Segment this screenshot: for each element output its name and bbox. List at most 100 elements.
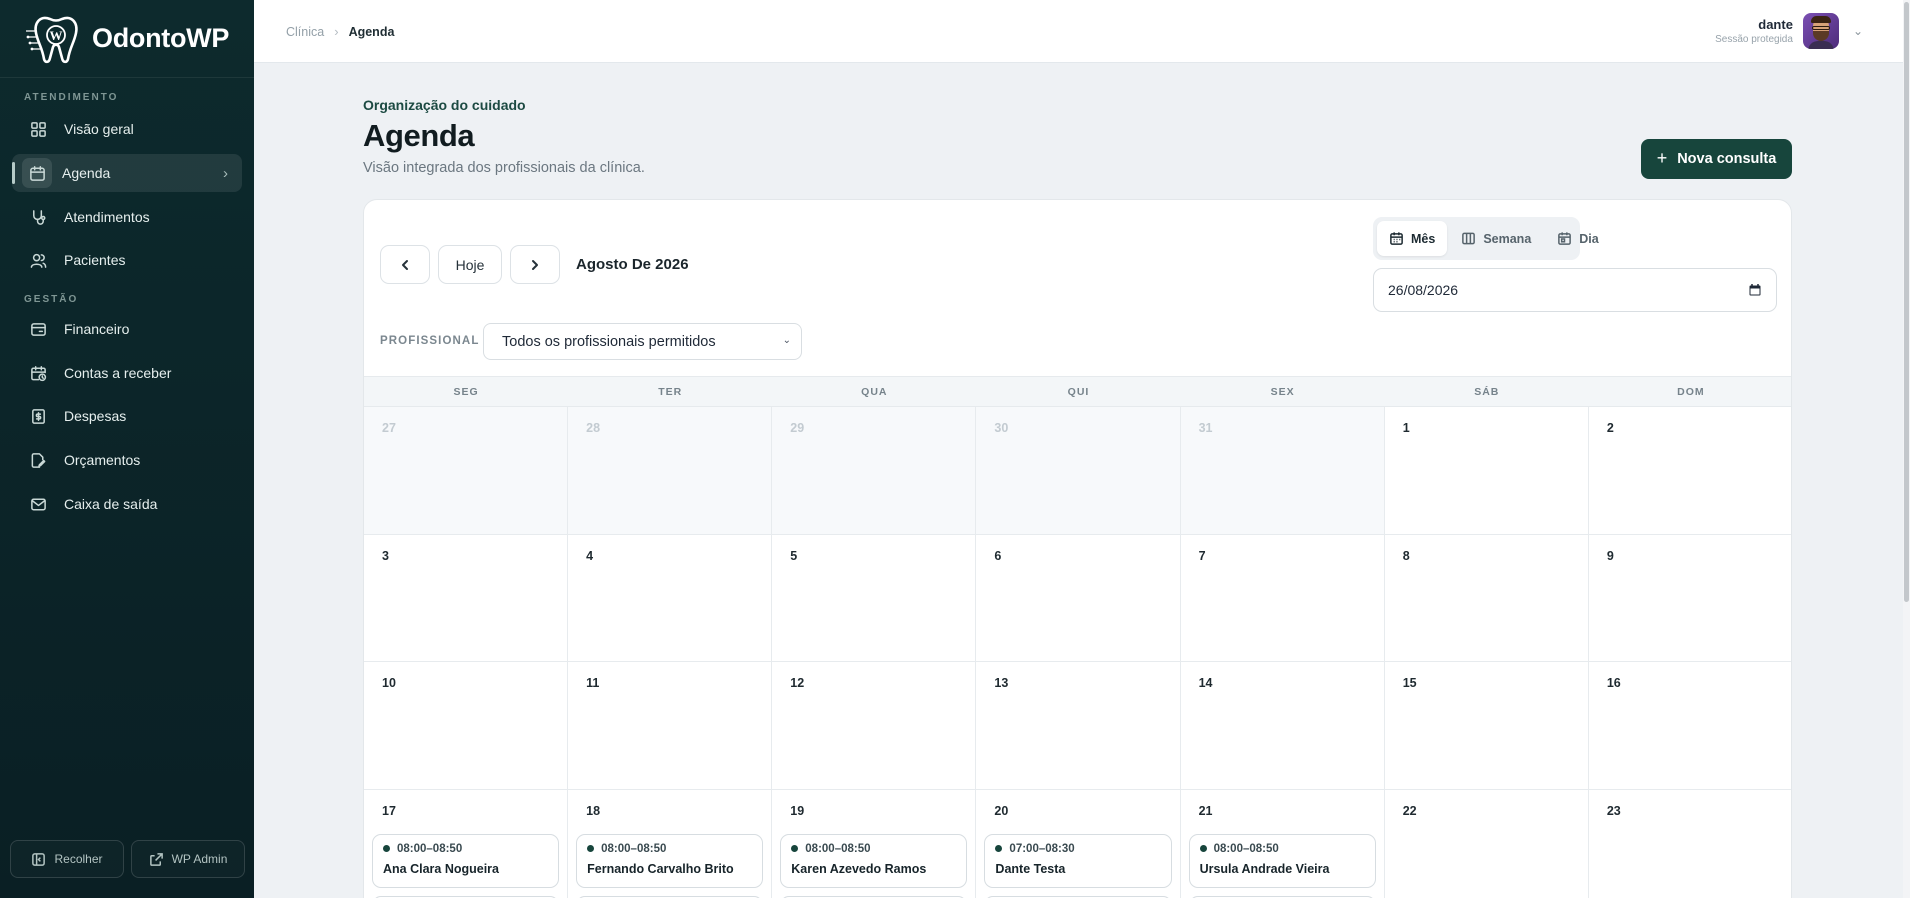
calendar-day-cell[interactable]: 30 [976,407,1181,535]
view-tab-label: Semana [1483,231,1532,246]
date-value: 26/08/2026 [1388,282,1459,298]
calendar-day-cell[interactable]: 4 [568,534,773,662]
day-number: 22 [1402,803,1417,818]
breadcrumb-item-agenda: Agenda [348,24,395,39]
sidebar-item-label: Despesas [64,408,127,424]
weekday-label: SÁB [1474,386,1500,398]
appointment-patient: Dante Testa [995,861,1066,876]
calendar-day-cell[interactable]: 20 07:00–08:30 Dante Testa [976,789,1181,898]
calendar-day-cell[interactable]: 8 [1384,534,1589,662]
avatar[interactable] [1802,13,1839,49]
calendar-day-cell[interactable]: 15 [1384,662,1589,790]
calendar-day-cell[interactable]: 9 [1588,535,1791,662]
day-number: 21 [1198,803,1213,818]
appointment-card[interactable]: 08:00–08:50 Ursula Andrade Vieira [1188,833,1376,888]
calendar-day-cell[interactable]: 12 [772,662,977,790]
calendar-icon[interactable] [1748,283,1762,297]
sidebar-item-despesas[interactable]: Despesas [12,397,242,435]
view-tab-dia[interactable]: Dia [1545,221,1610,256]
new-appointment-button[interactable]: + Nova consulta [1641,139,1792,179]
calendar-day-cell[interactable]: 28 [568,407,773,535]
calendar-day-cell[interactable]: 16 [1588,662,1791,790]
sidebar-item-caixa-de-saida[interactable]: Caixa de saída [12,485,242,523]
calendar-day-cell[interactable]: 19 08:00–08:50 Karen Azevedo Ramos [772,789,977,898]
calendar-day-cell[interactable]: 31 [1180,407,1385,535]
calendar-card: Hoje Agosto De 2026 Mês Semana Dia 26/08… [363,199,1792,898]
sidebar-item-label: Visão geral [64,121,134,137]
day-number: 10 [382,676,396,690]
calendar-icon [1390,232,1403,245]
today-button[interactable]: Hoje [438,245,502,284]
next-month-button[interactable] [510,245,560,284]
calendar-day-cell[interactable]: 23 [1589,790,1791,898]
appointment-card[interactable]: 08:00–08:50 Ana Clara Nogueira [372,833,560,888]
chevron-down-icon[interactable]: ⌄ [1853,24,1863,38]
professional-filter-label: PROFISSIONAL [380,335,480,347]
calendar-day-cell[interactable]: 7 [1180,534,1385,662]
appointment-card[interactable]: 08:00–08:50 Fernando Carvalho Brito [576,833,764,888]
date-picker-input[interactable]: 26/08/2026 [1373,268,1777,312]
professional-select[interactable]: Todos os profissionais permitidos ⌄ [483,323,802,360]
day-number: 20 [994,803,1009,818]
tooth-logo-icon: W [26,16,78,63]
scrollbar-thumb[interactable] [1904,2,1909,602]
day-number: 2 [1606,421,1614,435]
day-number: 17 [382,803,396,818]
calendar-day-cell[interactable]: 2 [1588,407,1791,535]
brand[interactable]: W OdontoWP [0,0,254,78]
appointment-card[interactable]: 07:00–08:30 Dante Testa [984,833,1172,888]
status-dot-icon [383,845,390,852]
professional-selected-value: Todos os profissionais permitidos [502,333,716,350]
status-dot-icon [995,845,1003,852]
weekday-label: SEX [1270,386,1295,398]
collapse-sidebar-button[interactable]: Recolher [10,840,124,878]
calendar-day-cell[interactable]: 6 [976,534,1181,662]
calendar-day-cell[interactable]: 17 08:00–08:50 Ana Clara Nogueira [364,789,569,898]
view-tab-semana[interactable]: Semana [1449,221,1543,256]
day-number: 15 [1402,676,1417,690]
sidebar-item-pacientes[interactable]: Pacientes [12,241,242,279]
view-tab-mes[interactable]: Mês [1377,221,1448,256]
page-scrollbar[interactable] [1903,0,1910,898]
breadcrumb-item-clinica[interactable]: Clínica [286,25,324,39]
appointment-time-row: 08:00–08:50 [1199,843,1365,855]
sidebar-item-financeiro[interactable]: Financeiro [12,310,242,348]
prev-month-button[interactable] [380,245,430,284]
calendar-day-cell[interactable]: 1 [1384,407,1589,535]
appointment-time: 07:00–08:30 [1009,842,1075,855]
calendar-day-cell[interactable]: 10 [364,662,569,790]
weekday-label: SEG [453,386,479,398]
calendar-day-cell[interactable]: 5 [772,534,977,662]
day-number: 4 [586,548,594,563]
sidebar-item-contas-a-receber[interactable]: Contas a receber [12,354,242,392]
chevron-right-icon [532,259,538,270]
calendar-day-cell[interactable]: 3 [364,534,569,662]
section-label-atendimento: ATENDIMENTO [24,92,119,103]
appointment-card[interactable]: 08:00–08:50 Karen Azevedo Ramos [780,833,968,888]
calendar-day-cell[interactable]: 21 08:00–08:50 Ursula Andrade Vieira [1181,789,1385,898]
wp-admin-button[interactable]: WP Admin [131,840,245,878]
sidebar-item-atendimentos[interactable]: Atendimentos [12,198,242,236]
chevron-right-icon: › [223,164,228,182]
collapse-label: Recolher [54,852,103,866]
calendar-day-cell[interactable]: 27 [364,407,569,535]
status-dot-icon [791,845,799,852]
day-number: 18 [586,803,601,818]
sidebar-item-visao-geral[interactable]: Visão geral [12,110,242,148]
calendar-day-cell[interactable]: 14 [1180,662,1385,790]
calendar-day-cell[interactable]: 18 08:00–08:50 Fernando Carvalho Brito [568,789,773,898]
calendar-day-cell[interactable]: 29 [772,407,977,535]
calendar-day-cell[interactable]: 22 [1385,789,1589,898]
sidebar-item-orcamentos[interactable]: Orçamentos [12,441,242,479]
section-label-gestao: GESTÃO [24,294,79,305]
sidebar-item-agenda[interactable]: Agenda › [12,154,242,192]
user-session-status: Sessão protegida [1715,34,1793,45]
user-menu[interactable]: dante Sessão protegida ⌄ [1715,13,1863,49]
calendar-day-cell[interactable]: 11 [568,662,773,790]
day-number: 28 [586,421,601,435]
calendar-icon [22,158,52,188]
grid-icon [28,119,48,139]
day-number: 23 [1606,803,1621,818]
calendar-day-cell[interactable]: 13 [976,662,1181,790]
collapse-icon [32,852,46,866]
